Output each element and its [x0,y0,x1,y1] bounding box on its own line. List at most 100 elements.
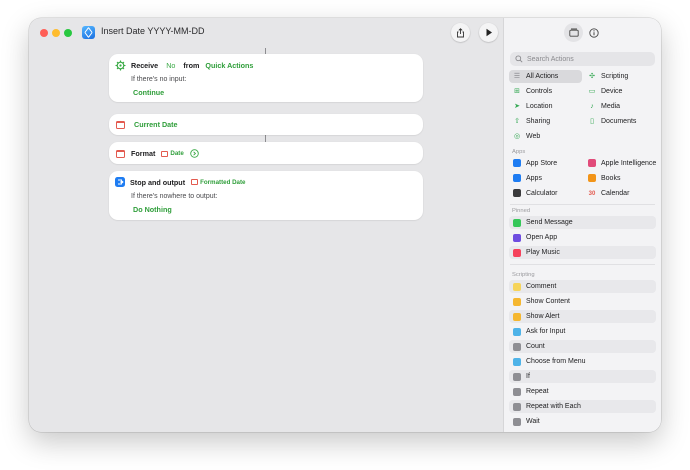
category-label: Sharing [526,118,551,125]
chevron-expand-icon[interactable] [190,149,199,158]
show-content-icon [513,297,521,306]
receive-label: Receive [131,61,159,70]
app-apps[interactable]: Apps [509,172,582,185]
app-calculator[interactable]: Calculator [509,187,582,200]
nowhere-action-token[interactable]: Do Nothing [133,205,172,214]
scripting-action-show-content[interactable]: Show Content [509,295,656,308]
action-label: Ask for Input [526,328,566,335]
current-date-action-card[interactable]: Current Date [109,114,423,135]
web-icon: ◎ [513,132,521,140]
scripting-action-repeat[interactable]: Repeat [509,385,656,398]
sharing-icon: ⇧ [514,117,520,125]
calendar-icon: 30 [588,190,596,197]
details-tab-button[interactable] [584,23,603,42]
location-icon: ➤ [514,102,520,110]
app-apple-intelligence[interactable]: Apple Intelligence [584,157,656,170]
books-icon [588,174,596,183]
shortcut-icon[interactable] [82,26,95,39]
input-type-token[interactable]: No [166,61,175,70]
category-label: Location [526,103,553,110]
category-documents[interactable]: ▯ Documents [584,115,656,128]
action-label: Repeat with Each [526,403,581,410]
play-icon [486,28,492,37]
source-token[interactable]: Quick Actions [205,61,253,70]
scripting-action-if[interactable]: If [509,370,656,383]
calendar-icon [116,149,125,158]
formatted-date-variable-token[interactable]: Formatted Date [191,179,245,186]
music-icon [513,248,521,257]
category-sharing[interactable]: ⇧ Sharing [509,115,582,128]
info-icon [588,27,599,38]
receive-action-card[interactable]: Receive No from Quick Actions If there's… [109,54,423,102]
formatted-date-label: Formatted Date [200,178,246,186]
zoom-window-button[interactable] [64,29,72,37]
repeat-icon [513,387,521,396]
app-label: Calendar [601,190,630,197]
date-variable-label: Date [170,150,184,157]
scripting-action-repeat-with-each[interactable]: Repeat with Each [509,400,656,413]
category-label: Media [601,103,621,110]
window-title[interactable]: Insert Date YYYY-MM-DD [101,26,205,36]
stop-output-label: Stop and output [130,177,186,187]
app-app-store[interactable]: App Store [509,157,582,170]
share-icon [457,27,464,37]
category-all-actions[interactable]: ☰ All Actions [509,70,582,83]
scripting-action-show-alert[interactable]: Show Alert [509,310,656,323]
action-label: Show Content [526,298,570,305]
category-controls[interactable]: ⊞ Controls [509,85,582,98]
category-device[interactable]: ▭ Device [584,85,656,98]
scripting-action-count[interactable]: Count [509,340,656,353]
category-location[interactable]: ➤ Location [509,100,582,113]
section-divider [510,264,655,265]
calendar-icon [191,179,199,185]
category-label: All Actions [526,73,559,80]
pinned-section-label: Pinned [512,208,531,214]
share-button[interactable] [451,23,470,42]
library-tab-button[interactable] [564,23,583,42]
app-label: Books [601,175,621,182]
controls-icon: ⊞ [514,87,520,95]
app-books[interactable]: Books [584,172,656,185]
scripting-action-comment[interactable]: Comment [509,280,656,293]
search-actions-field[interactable]: Search Actions [510,52,655,66]
alert-icon [513,312,521,321]
scripting-action-wait[interactable]: Wait [509,415,656,428]
no-input-action-token[interactable]: Continue [133,88,164,97]
action-label: Choose from Menu [526,358,586,365]
app-label: Apps [526,175,542,182]
apps-icon [513,174,521,183]
close-window-button[interactable] [40,29,48,37]
scripting-action-choose-from-menu[interactable]: Choose from Menu [509,355,656,368]
pinned-action-play-music[interactable]: Play Music [509,246,656,259]
menu-icon [513,357,521,366]
action-label: Comment [526,283,557,290]
category-scripting[interactable]: ✣ Scripting [584,70,656,83]
app-label: App Store [526,160,558,167]
app-label: Apple Intelligence [601,160,657,167]
run-button[interactable] [479,23,498,42]
category-media[interactable]: ♪ Media [584,100,656,113]
date-variable-token[interactable]: Date [161,150,184,157]
minimize-window-button[interactable] [52,29,60,37]
category-web[interactable]: ◎ Web [509,130,582,143]
if-icon [513,372,521,381]
format-date-action-card[interactable]: Format Date [109,142,423,164]
comment-icon [513,282,521,291]
pinned-action-send-message[interactable]: Send Message [509,216,656,229]
scripting-action-ask-for-input[interactable]: Ask for Input [509,325,656,338]
action-label: If [526,373,530,380]
app-calendar[interactable]: 30 Calendar [584,187,656,200]
action-label: Send Message [526,219,573,226]
quick-action-gear-icon [115,60,126,71]
calculator-icon [513,189,521,198]
music-icon: ♪ [590,102,594,110]
app-store-icon [513,159,521,168]
shortcut-editor-window: Insert Date YYYY-MM-DD Receive No from Q… [29,18,661,432]
category-label: Scripting [601,73,629,80]
action-label: Wait [526,418,540,425]
stop-and-output-action-card[interactable]: Stop and output Formatted Date If there'… [109,171,423,220]
calendar-icon [116,120,125,129]
ask-input-icon [513,327,521,336]
pinned-action-open-app[interactable]: Open App [509,231,656,244]
wait-icon [513,417,521,426]
